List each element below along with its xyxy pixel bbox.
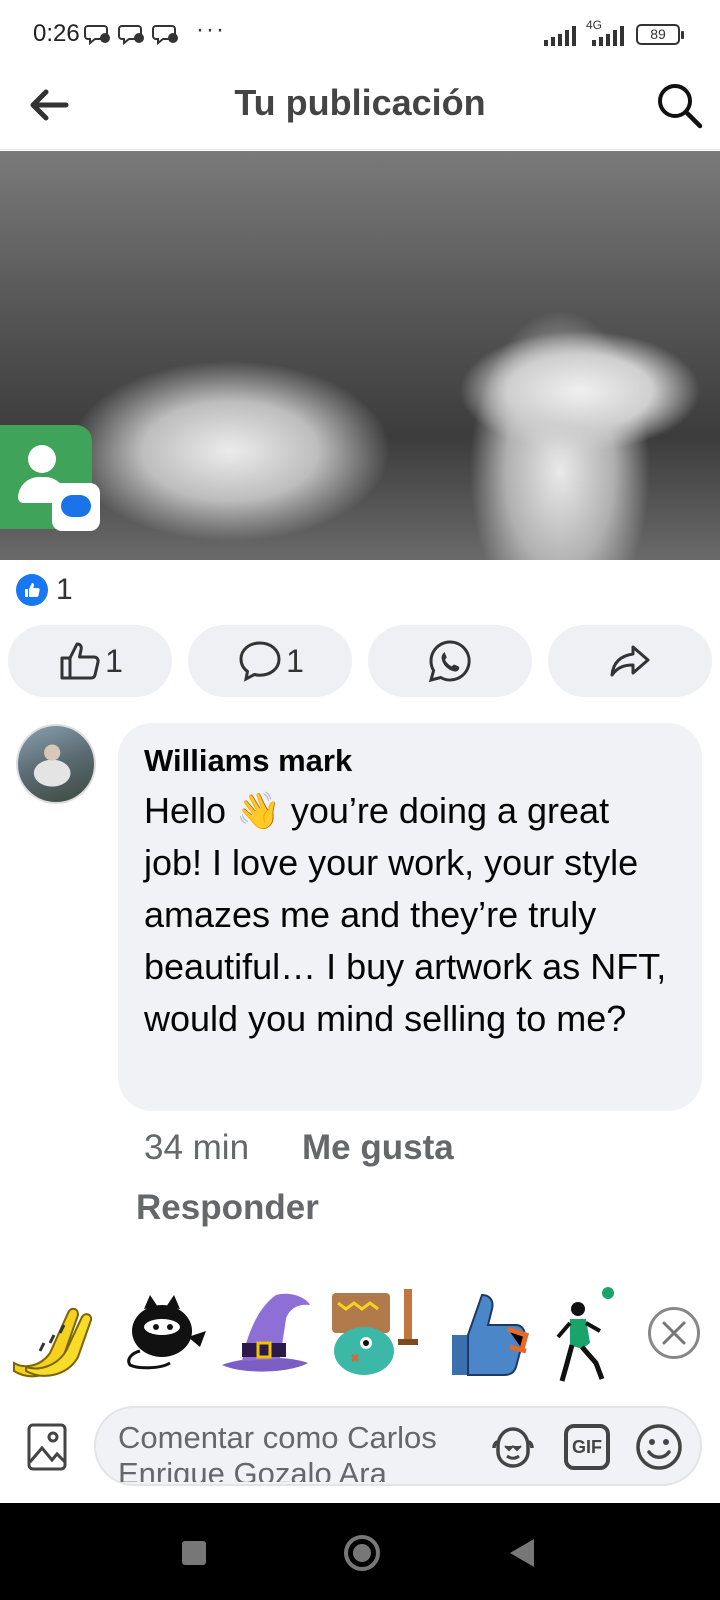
system-back-button[interactable] (510, 1539, 534, 1567)
like-count: 1 (105, 642, 123, 679)
post-actions: 1 1 (8, 625, 712, 697)
whatsapp-share-button[interactable] (368, 625, 532, 697)
reaction-summary[interactable]: 1 (16, 572, 73, 608)
chat-bubble-icon[interactable] (52, 483, 100, 531)
like-button[interactable]: 1 (8, 625, 172, 697)
system-navigation-bar (0, 1503, 720, 1600)
comment-count: 1 (286, 642, 304, 679)
close-stickers-icon[interactable] (648, 1307, 700, 1359)
thumbs-up-sticker[interactable] (438, 1285, 532, 1385)
avatar-sticker-icon[interactable] (488, 1422, 538, 1472)
comment-icon (239, 641, 281, 682)
robot-monster-sticker[interactable] (328, 1285, 422, 1385)
battery-indicator: 89 (636, 24, 684, 45)
search-icon[interactable] (654, 80, 704, 130)
comment-text: Hello 👋 you’re doing a great job! I love… (144, 790, 667, 1039)
reaction-count: 1 (56, 573, 73, 606)
soccer-player-sticker[interactable] (548, 1285, 642, 1385)
like-reaction-icon (16, 574, 48, 606)
comment-reply-button[interactable]: Responder (136, 1188, 319, 1228)
comment-author[interactable]: Williams mark (144, 743, 676, 779)
comment-bubble[interactable]: Williams mark Hello 👋 you’re doing a gre… (118, 723, 702, 1111)
black-cat-sticker[interactable] (118, 1285, 212, 1385)
sticker-suggestions (0, 1285, 720, 1395)
home-button[interactable] (344, 1535, 380, 1571)
photo-icon[interactable] (26, 1422, 68, 1472)
thumbs-up-icon (60, 642, 100, 680)
commenter-avatar[interactable] (16, 724, 96, 804)
comment-button[interactable]: 1 (188, 625, 352, 697)
comment-like-button[interactable]: Me gusta (302, 1128, 454, 1168)
bananas-sticker[interactable] (6, 1285, 100, 1385)
more-notifications: ··· (196, 16, 226, 43)
page-title: Tu publicación (234, 82, 486, 123)
recent-apps-button[interactable] (182, 1541, 206, 1565)
comment-input-placeholder[interactable]: Comentar como Carlos Enrique Gozalo Ara (118, 1420, 458, 1482)
comment-timestamp: 34 min (144, 1128, 250, 1167)
status-bar: 0:26 ··· 4G 89 (0, 0, 720, 66)
messenger-icon (84, 22, 112, 52)
signal-icon (544, 26, 578, 51)
share-arrow-icon (610, 645, 650, 677)
whatsapp-icon (428, 640, 471, 683)
app-header: Tu publicación (0, 66, 720, 150)
messenger-icon (118, 22, 146, 52)
comment-input[interactable]: Comentar como Carlos Enrique Gozalo Ara … (94, 1406, 702, 1486)
gif-button[interactable]: GIF (564, 1424, 610, 1470)
signal-icon (592, 26, 626, 51)
comment-composer: Comentar como Carlos Enrique Gozalo Ara … (0, 1400, 720, 1500)
witch-hat-sticker[interactable] (218, 1285, 312, 1385)
emoji-icon[interactable] (634, 1422, 684, 1472)
post-image[interactable] (0, 151, 720, 560)
person-icon (28, 445, 56, 473)
messenger-icon (152, 22, 180, 52)
share-button[interactable] (548, 625, 712, 697)
status-time: 0:26 (33, 20, 80, 47)
